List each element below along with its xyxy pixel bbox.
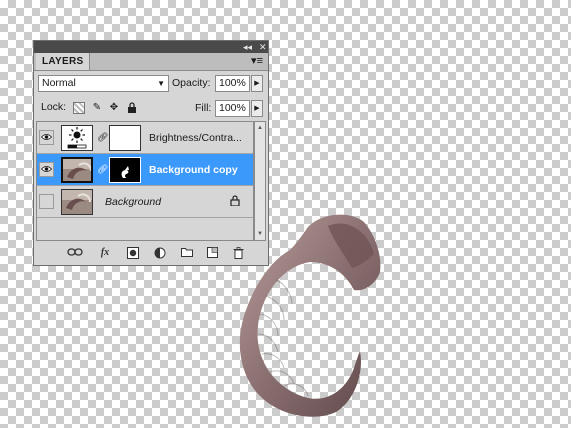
chevron-down-icon: ▼ xyxy=(157,79,165,88)
lock-all-icon[interactable] xyxy=(126,102,138,114)
visibility-toggle[interactable] xyxy=(39,162,54,177)
visibility-toggle[interactable] xyxy=(39,130,54,145)
panel-tab-row: LAYERS ▾≡ xyxy=(34,53,268,71)
adjustment-thumbnail[interactable] xyxy=(61,125,93,151)
eye-icon xyxy=(41,134,52,140)
opacity-slider-button[interactable]: ▶ xyxy=(251,75,263,92)
adjustment-layer-icon[interactable] xyxy=(152,247,168,259)
scroll-up-icon[interactable]: ▲ xyxy=(257,125,263,131)
layers-list: 🔗︎ Brightness/Contra... 🔗︎ Background co… xyxy=(36,121,254,241)
layer-name[interactable]: Background copy xyxy=(149,163,238,177)
layer-mask-thumbnail[interactable] xyxy=(109,157,141,183)
lock-label: Lock: xyxy=(41,101,67,113)
opacity-value: 100% xyxy=(219,77,246,89)
layers-panel: ◂◂ ✕ LAYERS ▾≡ Normal ▼ Opacity: 100% ▶ … xyxy=(33,40,269,266)
eye-icon xyxy=(41,166,52,172)
horn-photo-thumbnail-icon xyxy=(63,159,91,181)
panel-titlebar[interactable]: ◂◂ ✕ xyxy=(34,41,268,53)
visibility-toggle[interactable] xyxy=(39,194,54,209)
layer-row-background[interactable]: Background xyxy=(37,186,253,218)
new-layer-icon[interactable] xyxy=(205,247,219,259)
add-mask-icon[interactable] xyxy=(126,247,140,259)
lock-position-icon[interactable]: ✥ xyxy=(108,102,120,114)
tab-layers[interactable]: LAYERS xyxy=(36,53,91,70)
delete-layer-icon[interactable] xyxy=(231,247,245,259)
layer-name[interactable]: Background xyxy=(105,195,161,209)
new-group-icon[interactable] xyxy=(180,247,194,259)
mask-link-icon[interactable]: 🔗︎ xyxy=(97,163,108,175)
layers-scrollbar[interactable]: ▲ ▼ xyxy=(254,121,266,241)
fx-icon[interactable]: fx xyxy=(96,247,114,259)
layers-bottom-toolbar: fx xyxy=(34,241,268,265)
fill-value: 100% xyxy=(219,102,246,114)
close-panel-icon[interactable]: ✕ xyxy=(259,42,267,52)
collapse-panel-icon[interactable]: ◂◂ xyxy=(243,42,252,52)
layer-thumbnail[interactable] xyxy=(61,157,93,183)
blend-mode-value: Normal xyxy=(42,77,76,89)
lock-transparent-pixels-icon[interactable] xyxy=(73,102,85,114)
brightness-contrast-icon xyxy=(67,127,87,149)
fill-slider-button[interactable]: ▶ xyxy=(251,100,263,117)
lock-image-pixels-icon[interactable]: ✎ xyxy=(91,102,103,114)
opacity-label: Opacity: xyxy=(172,77,211,89)
layer-mask-thumbnail[interactable] xyxy=(109,125,141,151)
layer-name[interactable]: Brightness/Contra... xyxy=(149,131,242,145)
mask-shape-icon xyxy=(121,166,129,178)
panel-menu-icon[interactable]: ▾≡ xyxy=(251,54,263,68)
opacity-field[interactable]: 100% xyxy=(215,75,250,92)
layer-row-brightness-contrast[interactable]: 🔗︎ Brightness/Contra... xyxy=(37,122,253,154)
fill-label: Fill: xyxy=(195,102,212,114)
scroll-down-icon[interactable]: ▼ xyxy=(257,231,263,237)
layer-locked-icon xyxy=(230,195,240,209)
layer-row-background-copy[interactable]: 🔗︎ Background copy xyxy=(37,154,253,186)
horn-photo-thumbnail-icon xyxy=(62,190,92,214)
link-layers-icon[interactable] xyxy=(67,247,83,259)
layer-thumbnail[interactable] xyxy=(61,189,93,215)
fill-field[interactable]: 100% xyxy=(215,100,250,117)
blend-mode-select[interactable]: Normal ▼ xyxy=(38,75,169,92)
mask-link-icon[interactable]: 🔗︎ xyxy=(97,131,108,143)
